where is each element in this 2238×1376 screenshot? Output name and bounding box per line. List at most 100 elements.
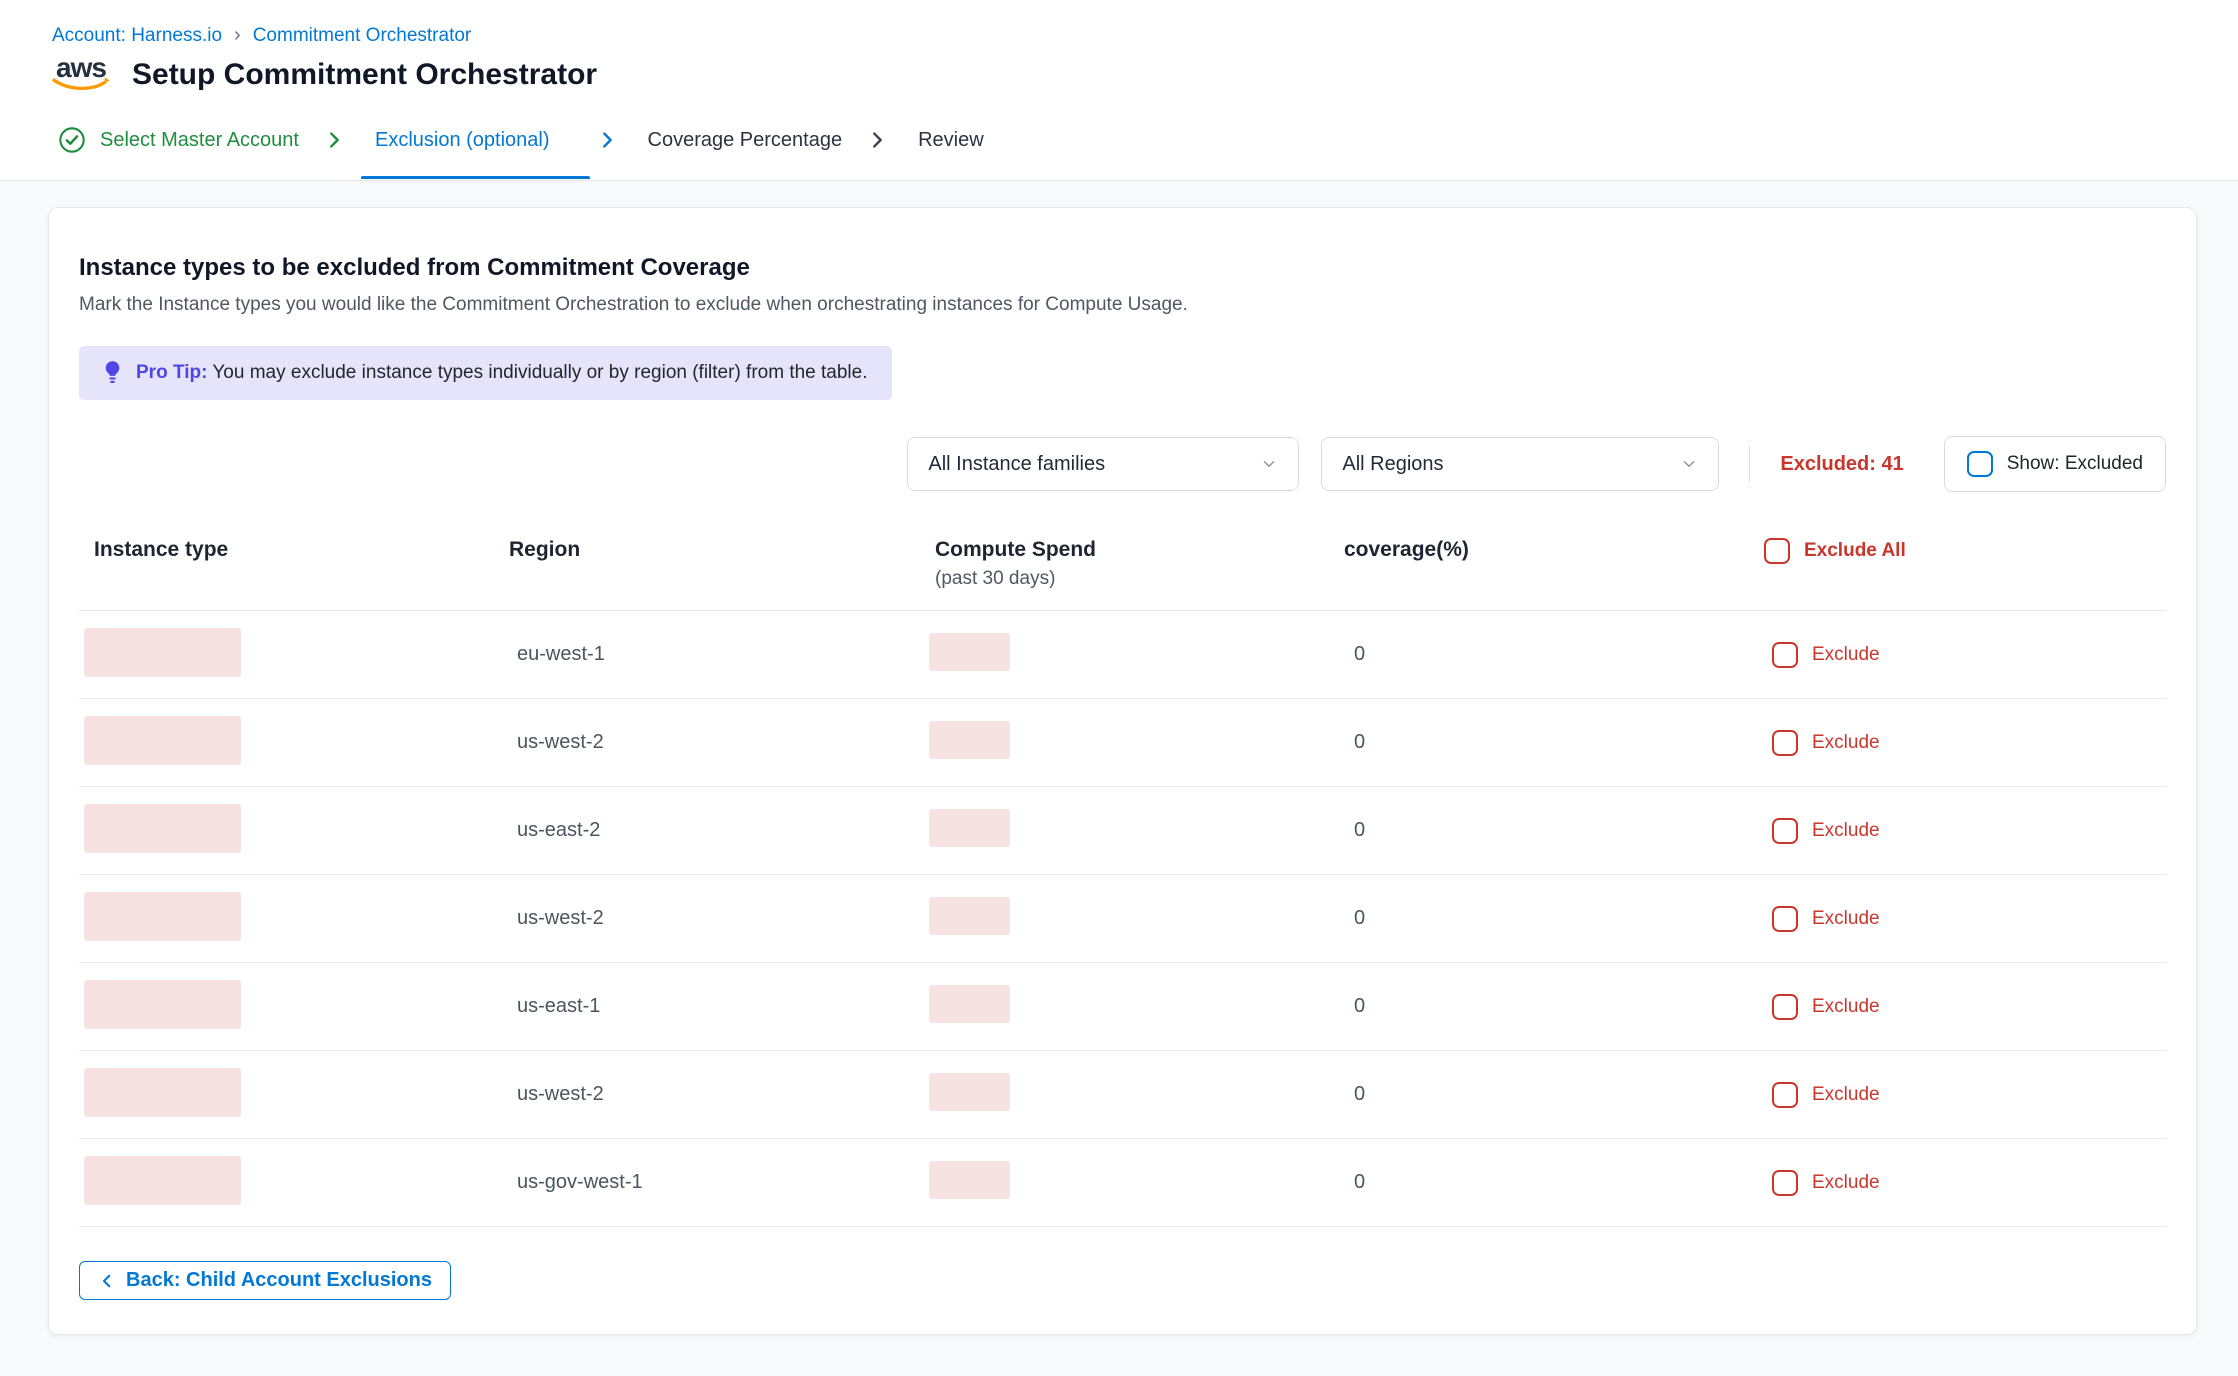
table-header: Instance type Region Compute Spend (past… [79, 534, 2166, 611]
exclude-label[interactable]: Exclude [1812, 732, 1880, 754]
table-row: us-gov-west-1 0 Exclude [79, 1139, 2166, 1227]
coverage-cell: 0 [1344, 1083, 1764, 1106]
show-excluded-label: Show: Excluded [2007, 453, 2143, 475]
region-cell: eu-west-1 [509, 643, 929, 666]
compute-spend-cell [929, 633, 1344, 676]
instance-families-select[interactable]: All Instance families [907, 437, 1299, 491]
redacted-instance-type [84, 1068, 241, 1117]
pro-tip-label: Pro Tip: [136, 362, 207, 383]
region-cell: us-east-2 [509, 819, 929, 842]
coverage-cell: 0 [1344, 907, 1764, 930]
chevron-right-icon [323, 129, 345, 151]
chevron-left-icon [98, 1272, 116, 1290]
header-coverage: coverage(%) [1344, 538, 1764, 562]
page-title: Setup Commitment Orchestrator [132, 58, 597, 92]
chevron-right-icon [596, 129, 618, 151]
exclude-all-checkbox[interactable] [1764, 538, 1790, 564]
coverage-cell: 0 [1344, 995, 1764, 1018]
show-excluded-toggle[interactable]: Show: Excluded [1944, 436, 2166, 492]
coverage-cell: 0 [1344, 731, 1764, 754]
exclude-checkbox[interactable] [1772, 642, 1798, 668]
header-compute-spend: Compute Spend (past 30 days) [929, 538, 1344, 590]
table-row: us-east-1 0 Exclude [79, 963, 2166, 1051]
region-cell: us-west-2 [509, 731, 929, 754]
breadcrumb: Account: Harness.io › Commitment Orchest… [0, 0, 2238, 47]
exclude-cell: Exclude [1764, 1082, 2166, 1108]
step-review[interactable]: Review [904, 129, 1002, 178]
step-label: Coverage Percentage [648, 129, 843, 152]
exclude-checkbox[interactable] [1772, 994, 1798, 1020]
page-header: aws Setup Commitment Orchestrator [0, 47, 2238, 92]
redacted-compute-spend [929, 985, 1010, 1023]
exclude-checkbox[interactable] [1772, 730, 1798, 756]
step-select-master-account[interactable]: Select Master Account [44, 126, 317, 180]
instance-type-cell [79, 628, 509, 682]
coverage-cell: 0 [1344, 1171, 1764, 1194]
breadcrumb-separator-icon: › [234, 24, 241, 47]
instance-families-value: All Instance families [928, 453, 1105, 476]
exclude-checkbox[interactable] [1772, 818, 1798, 844]
instance-type-cell [79, 804, 509, 858]
redacted-compute-spend [929, 1161, 1010, 1199]
redacted-compute-spend [929, 633, 1010, 671]
redacted-instance-type [84, 980, 241, 1029]
exclude-checkbox[interactable] [1772, 1082, 1798, 1108]
redacted-compute-spend [929, 1073, 1010, 1111]
back-button[interactable]: Back: Child Account Exclusions [79, 1261, 451, 1300]
lightbulb-icon [103, 360, 122, 386]
exclude-label[interactable]: Exclude [1812, 820, 1880, 842]
exclude-cell: Exclude [1764, 906, 2166, 932]
exclude-cell: Exclude [1764, 642, 2166, 668]
instance-type-cell [79, 1156, 509, 1210]
table-body: eu-west-1 0 Exclude us-west-2 [79, 611, 2166, 1227]
breadcrumb-page-link[interactable]: Commitment Orchestrator [253, 25, 472, 47]
header-region: Region [509, 538, 929, 562]
aws-smile-icon [52, 77, 110, 92]
exclude-label[interactable]: Exclude [1812, 996, 1880, 1018]
coverage-cell: 0 [1344, 643, 1764, 666]
step-label: Exclusion (optional) [375, 129, 550, 152]
compute-spend-cell [929, 1073, 1344, 1116]
compute-spend-cell [929, 1161, 1344, 1204]
exclude-checkbox[interactable] [1772, 1170, 1798, 1196]
exclusion-panel: Instance types to be excluded from Commi… [48, 207, 2197, 1335]
exclude-label[interactable]: Exclude [1812, 908, 1880, 930]
redacted-instance-type [84, 892, 241, 941]
exclude-label[interactable]: Exclude [1812, 1084, 1880, 1106]
compute-spend-cell [929, 897, 1344, 940]
header-instance-type: Instance type [79, 538, 509, 562]
aws-logo-text: aws [56, 57, 106, 79]
breadcrumb-account-link[interactable]: Account: Harness.io [52, 25, 222, 47]
pro-tip-text: You may exclude instance types individua… [212, 362, 867, 383]
redacted-compute-spend [929, 721, 1010, 759]
regions-select[interactable]: All Regions [1321, 437, 1719, 491]
exclude-all-label[interactable]: Exclude All [1804, 540, 1906, 562]
pro-tip-banner: Pro Tip: You may exclude instance types … [79, 346, 892, 400]
exclude-checkbox[interactable] [1772, 906, 1798, 932]
region-cell: us-west-2 [509, 907, 929, 930]
table-row: us-west-2 0 Exclude [79, 1051, 2166, 1139]
step-coverage-percentage[interactable]: Coverage Percentage [634, 129, 861, 178]
redacted-instance-type [84, 628, 241, 677]
table-row: us-west-2 0 Exclude [79, 875, 2166, 963]
header-compute-spend-sub: (past 30 days) [935, 568, 1344, 590]
regions-value: All Regions [1342, 453, 1443, 476]
instance-type-cell [79, 716, 509, 770]
exclude-label[interactable]: Exclude [1812, 1172, 1880, 1194]
chevron-right-icon [866, 129, 888, 151]
exclude-cell: Exclude [1764, 1170, 2166, 1196]
coverage-cell: 0 [1344, 819, 1764, 842]
excluded-count: Excluded: 41 [1780, 453, 1903, 476]
table-row: us-east-2 0 Exclude [79, 787, 2166, 875]
chevron-down-icon [1260, 455, 1278, 473]
exclude-label[interactable]: Exclude [1812, 644, 1880, 666]
back-button-label: Back: Child Account Exclusions [126, 1269, 432, 1292]
table-row: us-west-2 0 Exclude [79, 699, 2166, 787]
step-exclusion[interactable]: Exclusion (optional) [361, 129, 590, 178]
panel-heading: Instance types to be excluded from Commi… [79, 254, 2166, 282]
region-cell: us-east-1 [509, 995, 929, 1018]
stepper: Select Master Account Exclusion (optiona… [0, 92, 2238, 181]
show-excluded-checkbox[interactable] [1967, 451, 1993, 477]
instance-type-cell [79, 892, 509, 946]
step-label: Select Master Account [100, 129, 299, 152]
